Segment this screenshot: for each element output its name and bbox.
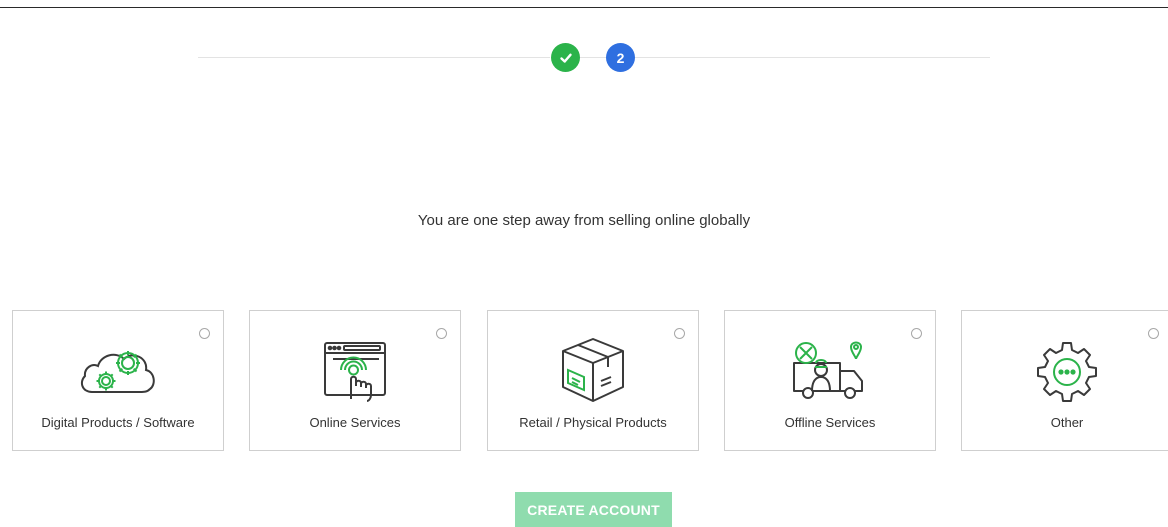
step-1-completed (551, 43, 580, 72)
option-other[interactable]: Other (961, 310, 1168, 451)
step-2-current: 2 (606, 43, 635, 72)
option-online-services[interactable]: Online Services (249, 310, 461, 451)
package-box-icon (562, 338, 624, 402)
browser-touch-icon (324, 342, 386, 402)
option-retail-products[interactable]: Retail / Physical Products (487, 310, 699, 451)
option-radio[interactable] (911, 328, 922, 339)
signup-step-page: 2 You are one step away from selling onl… (0, 0, 1168, 527)
option-label: Digital Products / Software (41, 415, 195, 430)
stepper-line (580, 57, 606, 58)
stepper-line (635, 57, 990, 58)
cloud-gears-icon (80, 351, 155, 393)
option-label: Other (1050, 415, 1084, 430)
option-label: Retail / Physical Products (519, 415, 667, 430)
stepper-line (198, 57, 550, 58)
option-label: Online Services (309, 415, 401, 430)
option-offline-services[interactable]: Offline Services (724, 310, 936, 451)
create-account-button[interactable]: CREATE ACCOUNT (515, 492, 672, 527)
option-label: Offline Services (784, 415, 876, 430)
option-radio[interactable] (199, 328, 210, 339)
progress-stepper: 2 (0, 0, 1168, 120)
option-radio[interactable] (674, 328, 685, 339)
delivery-truck-worker-icon (793, 341, 863, 399)
step-number: 2 (616, 49, 625, 66)
option-radio[interactable] (1148, 328, 1159, 339)
option-radio[interactable] (436, 328, 447, 339)
gear-dots-icon (1037, 342, 1097, 402)
business-type-options: Digital Products / Software Online Servi… (12, 310, 1168, 451)
checkmark-icon (559, 53, 572, 63)
option-digital-products[interactable]: Digital Products / Software (12, 310, 224, 451)
page-tagline: You are one step away from selling onlin… (417, 212, 751, 229)
